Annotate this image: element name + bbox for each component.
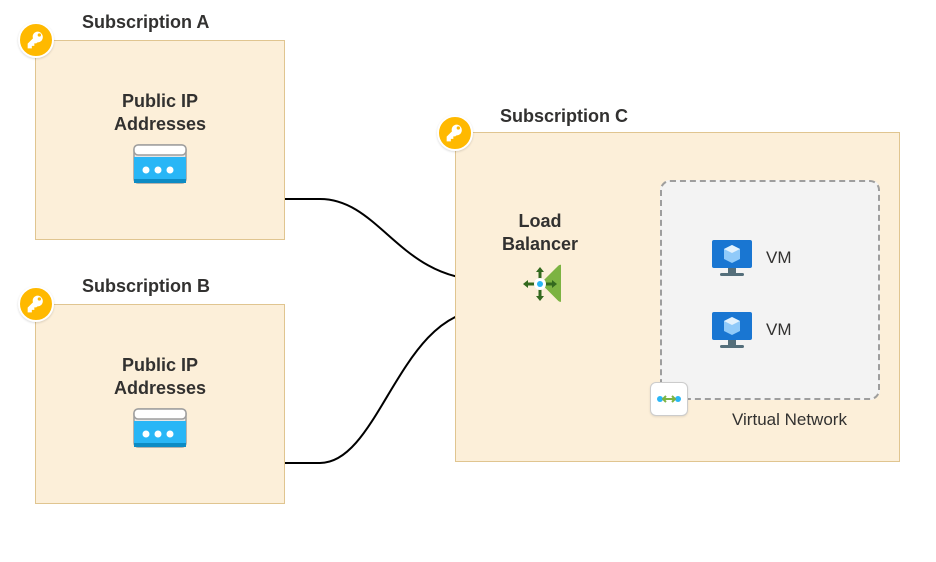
key-icon [437, 115, 473, 151]
virtual-network-icon [650, 382, 688, 416]
load-balancer-block: Load Balancer [490, 210, 590, 305]
public-ip-icon [132, 407, 188, 449]
vm-label: VM [766, 248, 792, 268]
public-ip-block-b: Public IP Addresses [95, 354, 225, 449]
vm-label: VM [766, 320, 792, 340]
public-ip-block-a: Public IP Addresses [95, 90, 225, 185]
subscription-b-title: Subscription B [82, 276, 210, 297]
virtual-network-label: Virtual Network [732, 410, 847, 430]
load-balancer-icon [519, 263, 561, 305]
virtual-network-box [660, 180, 880, 400]
load-balancer-label: Load Balancer [502, 210, 578, 257]
key-icon [18, 286, 54, 322]
vm-icon [710, 310, 754, 350]
subscription-c-title: Subscription C [500, 106, 628, 127]
vm-row-2: VM [710, 310, 792, 350]
vm-icon [710, 238, 754, 278]
vm-row-1: VM [710, 238, 792, 278]
subscription-a-title: Subscription A [82, 12, 209, 33]
public-ip-label-b: Public IP Addresses [114, 354, 206, 401]
key-icon [18, 22, 54, 58]
public-ip-label-a: Public IP Addresses [114, 90, 206, 137]
public-ip-icon [132, 143, 188, 185]
